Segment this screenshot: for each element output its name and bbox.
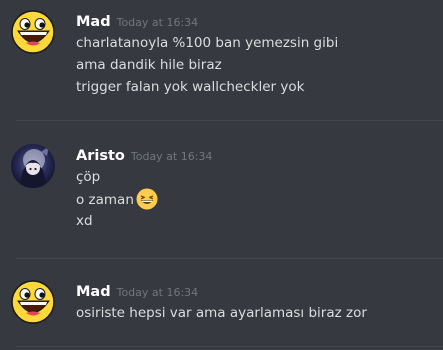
timestamp[interactable]: Today at 16:34 xyxy=(131,150,213,163)
message-divider xyxy=(16,258,443,259)
timestamp[interactable]: Today at 16:34 xyxy=(117,286,199,299)
message-group: Mad Today at 16:34 charlatanoyla %100 ban… xyxy=(0,10,443,102)
username[interactable]: Aristo xyxy=(76,148,125,164)
username[interactable]: Mad xyxy=(76,14,111,30)
awesome-face-icon xyxy=(11,10,55,54)
awesome-face-icon xyxy=(11,280,55,324)
dark-anime-avatar-icon xyxy=(11,144,55,188)
message-content: Mad Today at 16:34 charlatanoyla %100 ban… xyxy=(76,10,443,98)
message-content: Aristo Today at 16:34 çöp o zaman xd xyxy=(76,144,443,232)
message-header: Aristo Today at 16:34 xyxy=(76,144,443,166)
message-line: çöp xyxy=(76,169,101,185)
message-header: Mad Today at 16:34 xyxy=(76,10,443,32)
avatar[interactable] xyxy=(11,280,55,324)
timestamp[interactable]: Today at 16:34 xyxy=(117,16,199,29)
message-line: ama dandik hile biraz xyxy=(76,57,222,73)
message-line: trigger falan yok wallcheckler yok xyxy=(76,79,305,95)
avatar[interactable] xyxy=(11,144,55,188)
message-content: Mad Today at 16:34 osiriste hepsi var ama… xyxy=(76,280,443,324)
grinning-squinting-face-emoji-icon[interactable] xyxy=(136,188,158,210)
avatar[interactable] xyxy=(11,10,55,54)
message-header: Mad Today at 16:34 xyxy=(76,280,443,302)
message-line: xd xyxy=(76,213,93,229)
message-group: Aristo Today at 16:34 çöp o zaman xd xyxy=(0,144,443,236)
message-divider xyxy=(16,120,443,121)
username[interactable]: Mad xyxy=(76,284,111,300)
message-line: osiriste hepsi var ama ayarlaması biraz … xyxy=(76,305,367,321)
message-line-with-emoji: o zaman xyxy=(76,188,443,210)
message-divider xyxy=(16,346,443,347)
message-group: Mad Today at 16:34 osiriste hepsi var ama… xyxy=(0,280,443,330)
message-text: o zaman xyxy=(76,192,134,208)
message-line: charlatanoyla %100 ban yemezsin gibi xyxy=(76,35,339,51)
